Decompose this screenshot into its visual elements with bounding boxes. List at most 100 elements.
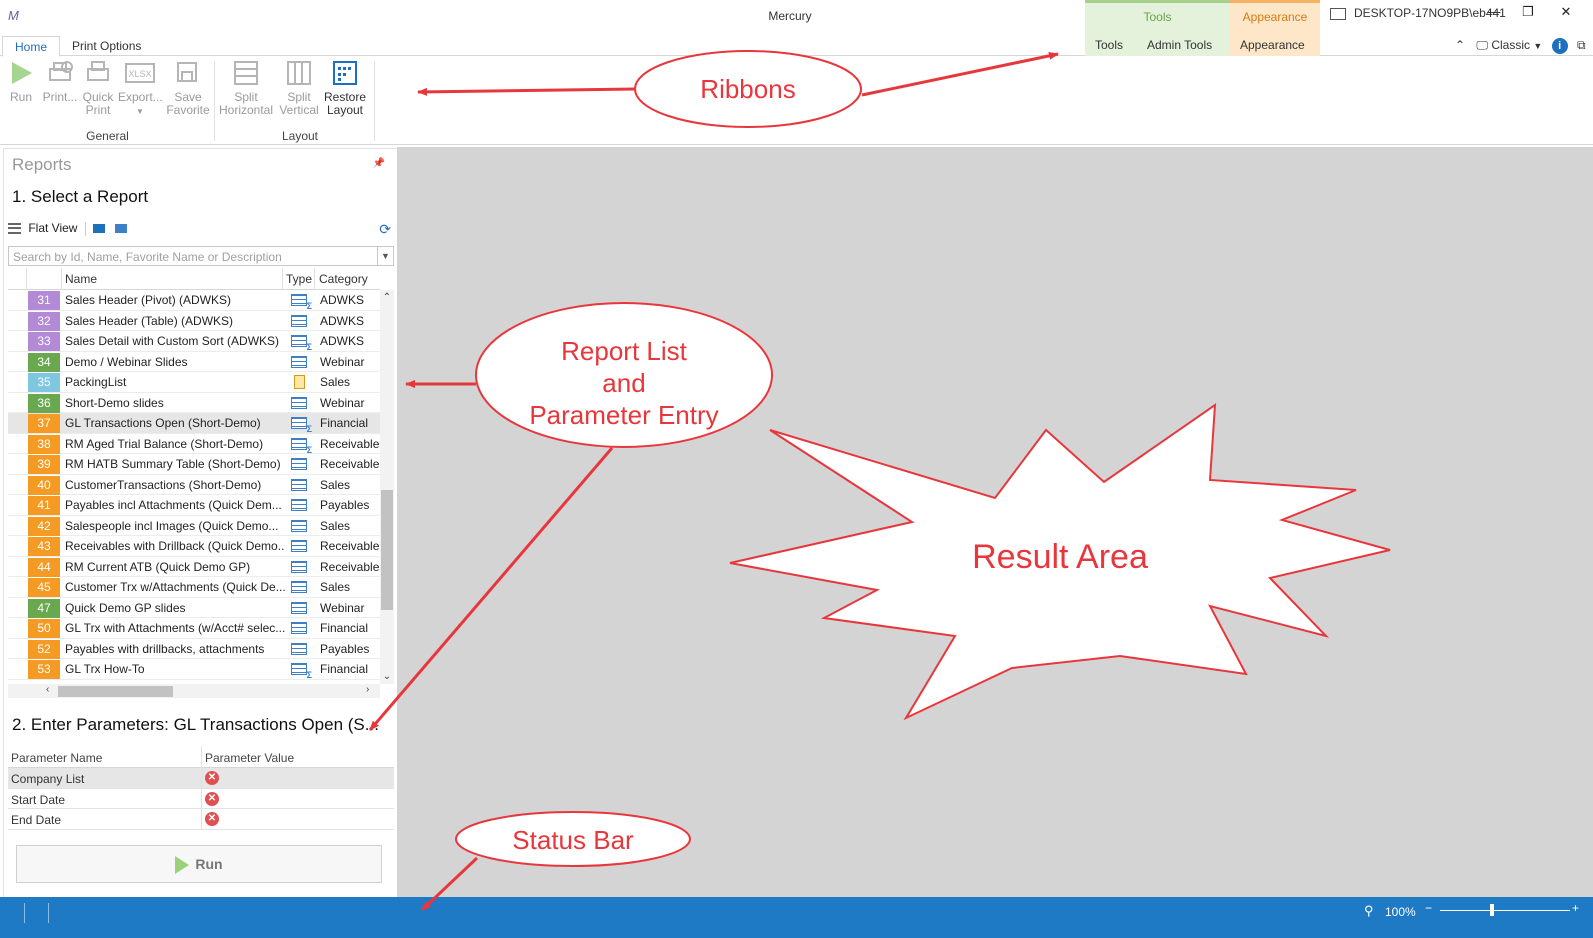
error-icon: ✕ — [205, 791, 219, 806]
export-ribbon-button[interactable]: XLSX Export... ▼ — [118, 59, 163, 118]
report-name: Receivables with Drillback (Quick Demo..… — [65, 539, 285, 553]
run-button[interactable]: Run — [16, 845, 382, 883]
report-name: GL Transactions Open (Short-Demo) — [65, 416, 261, 430]
split-vertical-ribbon-button[interactable]: Split Vertical — [278, 59, 320, 117]
status-divider — [24, 903, 25, 923]
report-row[interactable]: 50 GL Trx with Attachments (w/Acct# selec… — [8, 618, 380, 639]
quick-print-label-2: Print — [85, 103, 111, 117]
remote-desktop-icon — [1330, 7, 1346, 20]
xlsx-icon: XLSX — [124, 59, 156, 87]
split-vertical-icon — [286, 59, 312, 87]
scroll-right-icon[interactable]: › — [366, 684, 369, 695]
report-row[interactable]: 45 Customer Trx w/Attachments (Quick De..… — [8, 577, 380, 598]
chevron-down-icon[interactable]: ▼ — [1533, 41, 1542, 51]
split-horizontal-ribbon-button[interactable]: Split Horizontal — [218, 59, 274, 117]
scrollbar-thumb[interactable] — [58, 686, 173, 697]
vertical-scrollbar[interactable]: ⌃ ⌄ — [380, 290, 394, 684]
tab-print-options[interactable]: Print Options — [60, 36, 153, 56]
report-category: Financial — [320, 416, 369, 430]
report-category: Webinar — [320, 354, 365, 369]
report-id-badge: 35 — [28, 373, 60, 392]
column-divider — [201, 746, 202, 830]
refresh-icon[interactable]: ⟳ — [379, 221, 391, 238]
print-ribbon-button[interactable]: Print... — [42, 59, 78, 104]
report-category: ADWKS — [320, 334, 365, 348]
zoom-slider-thumb[interactable] — [1490, 904, 1494, 916]
minimize-button[interactable]: — — [1480, 4, 1508, 24]
report-name: GL Trx How-To — [65, 662, 145, 676]
scroll-down-icon[interactable]: ⌄ — [380, 671, 394, 682]
tab-home[interactable]: Home — [2, 36, 61, 57]
scroll-left-icon[interactable]: ‹ — [46, 684, 49, 695]
pivot-report-icon — [291, 417, 312, 434]
report-id-badge: 52 — [28, 639, 60, 659]
group-view-icon[interactable] — [93, 224, 106, 234]
status-divider — [48, 903, 49, 923]
report-grid: Name Type Category 31 Sales Header (Pivot… — [8, 268, 394, 698]
report-name: Short-Demo slides — [65, 395, 164, 410]
flat-view-button[interactable]: Flat View — [28, 221, 77, 235]
tab-appearance[interactable]: Appearance — [1240, 38, 1305, 52]
report-row[interactable]: 31 Sales Header (Pivot) (ADWKS) ADWKS — [8, 290, 380, 311]
report-category: Sales — [320, 580, 351, 594]
save-favorite-ribbon-button[interactable]: Save Favorite — [166, 59, 210, 117]
report-row[interactable]: 39 RM HATB Summary Table (Short-Demo) Rece… — [8, 454, 380, 475]
window-title: Mercury — [768, 9, 812, 23]
chevron-down-icon[interactable]: ▼ — [377, 247, 393, 265]
tree-view-icon[interactable] — [114, 224, 127, 234]
report-row[interactable]: 40 CustomerTransactions (Short-Demo) Sales — [8, 475, 380, 495]
horizontal-scrollbar[interactable]: ‹ › — [8, 684, 380, 698]
save-favorite-label-1: Save — [174, 90, 202, 104]
report-category: Financial — [320, 621, 369, 635]
report-row[interactable]: 33 Sales Detail with Custom Sort (ADWKS) A… — [8, 331, 380, 352]
column-name-header[interactable]: Name — [65, 272, 97, 286]
report-row[interactable]: 41 Payables incl Attachments (Quick Dem..… — [8, 495, 380, 516]
status-bar: ⚲ 100% − + — [0, 897, 1593, 938]
run-button-label: Run — [195, 856, 223, 872]
report-row[interactable]: 47 Quick Demo GP slides Webinar — [8, 598, 380, 618]
collapse-ribbon-icon[interactable]: ⌃ — [1455, 38, 1465, 52]
report-name: Quick Demo GP slides — [65, 600, 186, 615]
maximize-button[interactable]: ❐ — [1514, 4, 1542, 24]
report-row[interactable]: 32 Sales Header (Table) (ADWKS) ADWKS — [8, 311, 380, 331]
report-search-input[interactable]: Search by Id, Name, Favorite Name or Des… — [8, 246, 394, 266]
header-divider — [26, 268, 27, 290]
report-row[interactable]: 43 Receivables with Drillback (Quick Demo… — [8, 536, 380, 557]
column-category-header[interactable]: Category — [319, 272, 368, 286]
table-report-icon — [291, 478, 307, 491]
tab-tools[interactable]: Tools — [1095, 38, 1123, 52]
theme-selector[interactable]: Classic — [1491, 38, 1530, 52]
report-row[interactable]: 53 GL Trx How-To Financial — [8, 659, 380, 680]
report-row[interactable]: 34 Demo / Webinar Slides Webinar — [8, 352, 380, 372]
pin-icon[interactable]: 📌 — [373, 158, 385, 169]
zoom-slider[interactable] — [1440, 910, 1570, 911]
run-ribbon-button[interactable]: Run — [8, 59, 34, 104]
zoom-out-icon[interactable]: − — [1425, 901, 1432, 915]
report-row[interactable]: 35 PackingList Sales — [8, 372, 380, 393]
column-type-header[interactable]: Type — [286, 272, 312, 286]
quick-print-ribbon-button[interactable]: Quick Print — [80, 59, 116, 117]
report-row[interactable]: 38 RM Aged Trial Balance (Short-Demo) Rece… — [8, 434, 380, 455]
report-row[interactable]: 52 Payables with drillbacks, attachments P… — [8, 639, 380, 659]
search-help-icon[interactable]: ⧉ — [1577, 38, 1586, 52]
table-report-icon — [291, 622, 307, 634]
scrollbar-thumb[interactable] — [381, 490, 393, 610]
report-row[interactable]: 44 RM Current ATB (Quick Demo GP) Receivab… — [8, 557, 380, 577]
restore-layout-ribbon-button[interactable]: Restore Layout — [322, 59, 368, 117]
restore-layout-icon — [332, 59, 358, 87]
split-vertical-label-2: Vertical — [279, 103, 319, 117]
report-row[interactable]: 37 GL Transactions Open (Short-Demo) Finan… — [8, 413, 380, 434]
scroll-up-icon[interactable]: ⌃ — [380, 292, 394, 303]
report-id-badge: 39 — [28, 455, 60, 474]
tools-context-tabs: Tools Admin Tools — [1085, 32, 1230, 56]
close-button[interactable]: ✕ — [1552, 4, 1580, 24]
report-category: Webinar — [320, 600, 365, 615]
report-row[interactable]: 36 Short-Demo slides Webinar — [8, 393, 380, 413]
tab-admin-tools[interactable]: Admin Tools — [1147, 38, 1212, 52]
report-row[interactable]: 42 Salespeople incl Images (Quick Demo...… — [8, 516, 380, 536]
zoom-in-icon[interactable]: + — [1572, 901, 1579, 915]
info-icon[interactable]: i — [1551, 38, 1568, 54]
result-area-annotation: Result Area — [972, 538, 1148, 576]
reports-panel: Reports 📌 1. Select a Report Flat View ⟳… — [3, 148, 398, 910]
clipboard-report-icon — [294, 375, 305, 389]
